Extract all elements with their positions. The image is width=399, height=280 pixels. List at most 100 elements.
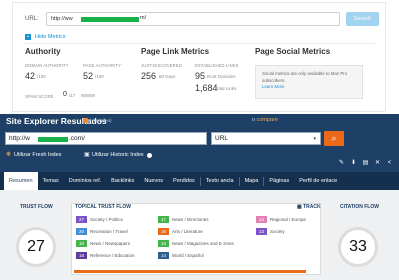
spam-score-unit: /17	[69, 93, 76, 98]
topic-name: News / Directories	[172, 217, 209, 222]
site-url-suffix: .com/	[69, 135, 85, 142]
social-metrics-notice: Social metrics are only available to Moz…	[255, 65, 363, 99]
share-icon[interactable]: <	[386, 160, 393, 167]
explore-search-button[interactable]: ⌕	[324, 131, 344, 146]
topic-name: Recreation / Travel	[90, 229, 128, 234]
help-icon	[146, 152, 152, 158]
url-row: URL:	[25, 12, 43, 26]
topic-item[interactable]: 16 Arts / Literature	[158, 228, 203, 235]
tab-perfil-de-enlace[interactable]: Perfil de enlace	[294, 172, 342, 190]
results-tabs: Resumen Temas Dominios ref. Backlinks Nu…	[0, 172, 399, 190]
topic-item[interactable]: 27 Society / Politics	[76, 216, 123, 223]
url-input[interactable]: http://ww m/	[46, 12, 340, 26]
tab-dominios-ref[interactable]: Dominios ref.	[64, 172, 106, 190]
watch-video-link[interactable]: (ver vídeo)	[90, 118, 112, 123]
topic-name: Society / Politics	[90, 217, 123, 222]
just-discovered-label: JUST-DISCOVERED	[141, 63, 182, 68]
report-icon[interactable]: ▤	[362, 160, 369, 167]
just-discovered-unit: 60 Days	[159, 74, 176, 79]
topic-name: Regional / Europe	[270, 217, 307, 222]
tab-resumen[interactable]: Resumen	[4, 172, 38, 190]
compare-link[interactable]: o compare	[252, 117, 278, 123]
domain-authority-unit: /100	[37, 74, 46, 79]
topic-score: 15	[158, 240, 169, 247]
topic-score: 27	[76, 216, 87, 223]
just-discovered-value: 256	[141, 71, 157, 81]
search-button[interactable]: Search	[346, 12, 379, 26]
tab-perdidos[interactable]: Perdidos	[168, 172, 200, 190]
page-link-metrics-title: Page Link Metrics	[141, 47, 210, 56]
topic-name: Reference / Education	[90, 253, 135, 258]
hide-metrics-label: Hide Metrics	[35, 34, 66, 40]
total-links-unit: Total Links	[215, 86, 237, 91]
page-authority-value: 52	[83, 71, 94, 81]
majestic-header: Site Explorer Resultados (ver vídeo) o c…	[0, 114, 399, 178]
root-domains-value: 95	[195, 71, 206, 81]
topic-item[interactable]: 20 Recreation / Travel	[76, 228, 128, 235]
topic-name: Arts / Literature	[172, 229, 203, 234]
topic-score: 14	[158, 252, 169, 259]
citation-flow-label: CITATION FLOW	[340, 204, 379, 210]
redacted-domain	[81, 17, 139, 22]
tab-backlinks[interactable]: Backlinks	[106, 172, 139, 190]
site-url-prefix: http://w	[9, 135, 30, 142]
track-label: TRACK	[303, 204, 321, 210]
chevron-down-icon: ▾	[313, 136, 316, 142]
track-link[interactable]: ▦ TRACK	[297, 204, 321, 210]
topical-trust-flow-panel	[71, 203, 321, 275]
citation-flow-gauge: 33	[338, 227, 378, 267]
historic-index-label: Utilizar Historic Index	[92, 152, 144, 158]
topic-item[interactable]: 10 News / Newspapers	[76, 240, 130, 247]
url-prefix: http://ww	[51, 16, 73, 22]
topic-item[interactable]: 18 Reference / Education	[76, 252, 135, 259]
topic-item[interactable]: 15 News / Magazines and E-zines	[158, 240, 234, 247]
scope-select[interactable]: URL ▾	[211, 132, 321, 145]
hide-metrics-toggle[interactable]: ▪ Hide Metrics	[25, 34, 66, 40]
scope-select-value: URL	[215, 135, 229, 142]
topic-name: World / Español	[172, 253, 204, 258]
tab-temas[interactable]: Temas	[38, 172, 64, 190]
spam-score-bar	[81, 94, 95, 97]
topic-score: 17	[158, 216, 169, 223]
topic-item[interactable]: 14 World / Español	[158, 252, 204, 259]
search-icon: ⌕	[331, 133, 337, 143]
social-metrics-message: Social metrics are only available to Moz…	[262, 71, 348, 83]
learn-more-link[interactable]: Learn More	[262, 84, 284, 89]
page-social-metrics-title: Page Social Metrics	[255, 47, 331, 56]
historic-index-option[interactable]: ▣ Utilizar Historic Index	[84, 152, 152, 158]
history-icon: ▣	[84, 152, 90, 158]
page-authority-unit: /100	[95, 74, 104, 79]
trust-flow-gauge: 27	[16, 227, 56, 267]
flame-icon: ❋	[6, 152, 12, 158]
tab-nuevos[interactable]: Nuevos	[139, 172, 168, 190]
trust-flow-value: 27	[27, 238, 45, 255]
tools-icon[interactable]: ✕	[374, 160, 381, 167]
topic-item[interactable]: 17 News / Directories	[158, 216, 209, 223]
site-url-input[interactable]: http://w .com/	[5, 132, 207, 145]
topic-item[interactable]: 13 Society	[256, 228, 285, 235]
domain-authority-label: DOMAIN AUTHORITY	[25, 63, 69, 68]
topical-distribution-bar	[74, 270, 306, 273]
topic-score: 14	[256, 216, 267, 223]
topic-score: 20	[76, 228, 87, 235]
bookmark-icon[interactable]: ✎	[338, 160, 345, 167]
spam-score-label: SPAM SCORE	[25, 94, 54, 99]
tab-mapa[interactable]: Mapa	[240, 172, 264, 190]
fresh-index-label: Utilizar Fresh Index	[14, 152, 62, 158]
compare-prefix: o	[252, 117, 256, 123]
tab-texto-ancla[interactable]: Texto ancla	[201, 172, 239, 190]
topic-score: 10	[76, 240, 87, 247]
compare-label: compare	[256, 117, 278, 123]
topic-item[interactable]: 14 Regional / Europe	[256, 216, 306, 223]
topical-trust-flow-title: TOPICAL TRUST FLOW	[75, 204, 131, 210]
topic-name: Society	[270, 229, 285, 234]
url-suffix: m/	[140, 15, 147, 21]
fresh-index-option[interactable]: ❋ Utilizar Fresh Index	[6, 152, 61, 158]
topic-score: 18	[76, 252, 87, 259]
tab-paginas[interactable]: Páginas	[264, 172, 294, 190]
domain-authority-value: 42	[25, 71, 36, 81]
download-icon[interactable]: ⬇	[350, 160, 357, 167]
summary-panel: TRUST FLOW 27 TOPICAL TRUST FLOW ▦ TRACK…	[0, 190, 399, 280]
spam-score-value: 0	[63, 91, 67, 98]
collapse-icon: ▪	[25, 34, 31, 40]
